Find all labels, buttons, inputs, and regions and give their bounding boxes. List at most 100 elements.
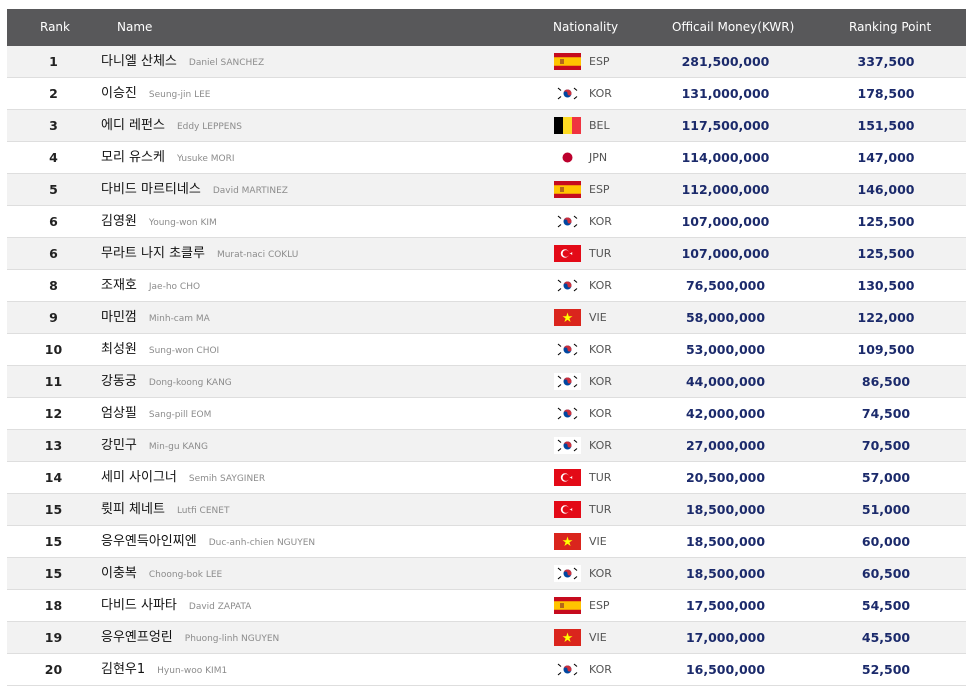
official-money: 53,000,000 — [685, 342, 766, 357]
header-rank: Rank — [40, 20, 70, 34]
ranking-point: 60,500 — [861, 566, 911, 581]
nationality-code: VIE — [589, 535, 607, 548]
nationality-code: KOR — [589, 375, 612, 388]
player-name-english: Sang-pill EOM — [148, 410, 212, 420]
kor-flag — [554, 277, 581, 294]
ranking-point: 337,500 — [857, 54, 915, 69]
ranking-point: 60,000 — [861, 534, 911, 549]
nationality-code: TUR — [589, 247, 612, 260]
player-name-korean: 무라트 나지 초클루 — [101, 246, 205, 261]
ranking-table: Rank Name Nationality Officail Money(KWR… — [7, 9, 966, 686]
name-cell: 세미 사이그너 Semih SAYGINER — [101, 462, 265, 495]
name-cell: 엄상필 Sang-pill EOM — [101, 398, 211, 431]
official-money: 44,000,000 — [685, 374, 766, 389]
official-money: 131,000,000 — [681, 86, 770, 101]
esp-flag — [554, 181, 581, 198]
official-money: 117,500,000 — [681, 118, 770, 133]
player-name-korean: 륏피 체네트 — [101, 502, 165, 517]
table-row: 15 응우옌득아인찌엔 Duc-anh-chien NGUYEN VIE 18,500,… — [7, 526, 966, 558]
player-name-korean: 김영원 — [101, 214, 137, 229]
player-name-english: Dong-koong KANG — [148, 378, 232, 388]
name-cell: 다비드 마르티네스 David MARTINEZ — [101, 174, 288, 207]
ranking-point: 70,500 — [861, 438, 911, 453]
name-cell: 응우옌프엉린 Phuong-linh NGUYEN — [101, 622, 279, 655]
official-money: 18,500,000 — [685, 566, 766, 581]
rank-cell: 15 — [44, 502, 63, 517]
header-name: Name — [117, 20, 153, 34]
rank-cell: 2 — [49, 86, 58, 101]
table-row: 6 무라트 나지 초클루 Murat-naci COKLU TUR 107,000,00… — [7, 238, 966, 270]
header-nationality: Nationality — [553, 20, 619, 34]
nationality-code: ESP — [589, 55, 610, 68]
player-name-english: Choong-bok LEE — [148, 570, 223, 580]
rank-cell: 20 — [44, 662, 63, 677]
player-name-english: Hyun-woo KIM1 — [157, 666, 228, 676]
player-name-korean: 최성원 — [101, 342, 137, 357]
official-money: 17,500,000 — [685, 598, 766, 613]
official-money: 42,000,000 — [685, 406, 766, 421]
rank-cell: 13 — [44, 438, 63, 453]
nationality-code: KOR — [589, 87, 612, 100]
table-row: 4 모리 유스케 Yusuke MORI JPN 114,000,000 147,000 — [7, 142, 966, 174]
name-cell: 모리 유스케 Yusuke MORI — [101, 142, 235, 175]
official-money: 16,500,000 — [685, 662, 766, 677]
official-money: 76,500,000 — [685, 278, 766, 293]
tur-flag — [554, 501, 581, 518]
kor-flag — [554, 373, 581, 390]
nationality-code: ESP — [589, 599, 610, 612]
player-name-english: Duc-anh-chien NGUYEN — [208, 538, 316, 548]
ranking-point: 147,000 — [857, 150, 915, 165]
rank-cell: 5 — [49, 182, 58, 197]
table-row: 2 이승진 Seung-jin LEE KOR 131,000,000 178,500 — [7, 78, 966, 110]
table-body: 1 다니엘 산체스 Daniel SANCHEZ ESP 281,500,000 337,… — [7, 46, 966, 686]
nationality-code: BEL — [589, 119, 610, 132]
name-cell: 강동궁 Dong-koong KANG — [101, 366, 232, 399]
kor-flag — [554, 565, 581, 582]
table-row: 13 강민구 Min-gu KANG KOR 27,000,000 70,500 — [7, 430, 966, 462]
rank-cell: 14 — [44, 470, 63, 485]
table-row: 8 조재호 Jae-ho CHO KOR 76,500,000 130,500 — [7, 270, 966, 302]
player-name-english: David ZAPATA — [188, 602, 252, 612]
rank-cell: 3 — [49, 118, 58, 133]
nationality-code: TUR — [589, 503, 612, 516]
player-name-korean: 이충복 — [101, 566, 137, 581]
official-money: 27,000,000 — [685, 438, 766, 453]
name-cell: 강민구 Min-gu KANG — [101, 430, 208, 463]
ranking-point: 57,000 — [861, 470, 911, 485]
nationality-code: KOR — [589, 279, 612, 292]
ranking-point: 146,000 — [857, 182, 915, 197]
name-cell: 응우옌득아인찌엔 Duc-anh-chien NGUYEN — [101, 526, 315, 559]
rank-cell: 8 — [49, 278, 58, 293]
ranking-point: 52,500 — [861, 662, 911, 677]
table-row: 18 다비드 사파타 David ZAPATA ESP 17,500,000 54,500 — [7, 590, 966, 622]
ranking-point: 125,500 — [857, 214, 915, 229]
ranking-point: 151,500 — [857, 118, 915, 133]
table-row: 11 강동궁 Dong-koong KANG KOR 44,000,000 86,500 — [7, 366, 966, 398]
ranking-point: 51,000 — [861, 502, 911, 517]
table-row: 10 최성원 Sung-won CHOI KOR 53,000,000 109,500 — [7, 334, 966, 366]
table-row: 12 엄상필 Sang-pill EOM KOR 42,000,000 74,500 — [7, 398, 966, 430]
rank-cell: 1 — [49, 54, 58, 69]
ranking-point: 109,500 — [857, 342, 915, 357]
nationality-code: KOR — [589, 343, 612, 356]
official-money: 18,500,000 — [685, 502, 766, 517]
player-name-english: Eddy LEPPENS — [176, 122, 242, 132]
table-header: Rank Name Nationality Officail Money(KWR… — [7, 9, 966, 46]
name-cell: 조재호 Jae-ho CHO — [101, 270, 200, 303]
player-name-english: Sung-won CHOI — [148, 346, 220, 356]
table-row: 5 다비드 마르티네스 David MARTINEZ ESP 112,000,000 14… — [7, 174, 966, 206]
ranking-point: 54,500 — [861, 598, 911, 613]
vie-flag — [554, 533, 581, 550]
official-money: 107,000,000 — [681, 214, 770, 229]
table-row: 9 마민껌 Minh-cam MA VIE 58,000,000 122,000 — [7, 302, 966, 334]
name-cell: 이승진 Seung-jin LEE — [101, 78, 210, 111]
rank-cell: 15 — [44, 534, 63, 549]
nationality-code: JPN — [589, 151, 608, 164]
official-money: 112,000,000 — [681, 182, 770, 197]
nationality-code: ESP — [589, 183, 610, 196]
rank-cell: 4 — [49, 150, 58, 165]
rank-cell: 9 — [49, 310, 58, 325]
player-name-korean: 엄상필 — [101, 406, 137, 421]
esp-flag — [554, 597, 581, 614]
player-name-korean: 김현우1 — [101, 662, 146, 677]
